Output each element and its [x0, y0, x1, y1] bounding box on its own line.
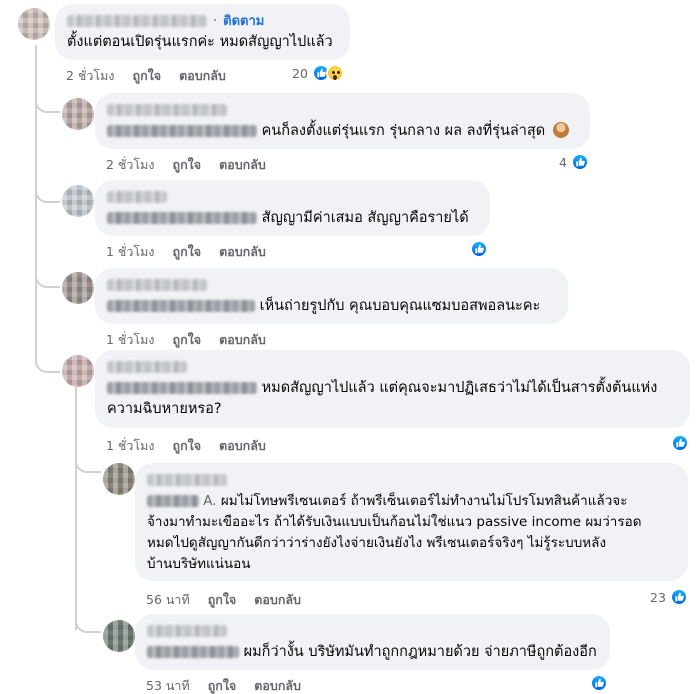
comment-text-line1: หมดสัญญาไปแล้ว แต่คุณจะมาปฏิเสธว่าไม่ได้… — [261, 380, 658, 396]
thread-curve — [75, 615, 101, 633]
reply-button[interactable]: ตอบกลับ — [219, 330, 266, 350]
avatar[interactable] — [103, 463, 135, 495]
comment-text-line3: หมดไปดูสัญญากันดีกว่าว่าร่างยังไงจ่ายเงิ… — [147, 535, 607, 551]
comment-bubble: · ติดตาม ตั้งแต่ตอนเปิดรุ่นแรกค่ะ หมดสัญ… — [55, 4, 350, 60]
comment-text-row: เห็นถ่ายรูปกับ คุณบอบคุณแซมบอสพอลนะคะ — [107, 296, 556, 317]
separator-dot: · — [213, 13, 218, 29]
thread-curve — [35, 185, 60, 203]
reply-button[interactable]: ตอบกลับ — [179, 66, 226, 86]
woman-shrugging-emoji — [552, 122, 569, 138]
comment-actions: 1 ชั่วโมง ถูกใจ ตอบกลับ — [106, 436, 266, 456]
comment-text: ผมก็ว่างั้น บริษัทมันทำถูกกฎหมายด้วย จ่า… — [243, 644, 597, 660]
comment-time[interactable]: 1 ชั่วโมง — [106, 242, 155, 262]
like-button[interactable]: ถูกใจ — [208, 590, 237, 610]
comment-bubble: คนก็ลงตั้งแต่รุ่นแรก รุ่นกลาง ผล ลงที่รุ… — [95, 93, 590, 149]
comment-text-row: คนก็ลงตั้งแต่รุ่นแรก รุ่นกลาง ผล ลงที่รุ… — [107, 121, 578, 142]
comment-text: เห็นถ่ายรูปกับ คุณบอบคุณแซมบอสพอลนะคะ — [259, 298, 541, 314]
reaction-summary[interactable] — [671, 434, 689, 452]
like-reaction-icon — [590, 674, 608, 692]
comment-bubble: A. ผมไม่โทษพรีเซนเตอร์ ถ้าพรีเซ็นเตอร์ไม… — [135, 463, 688, 581]
commenter-name-blurred[interactable] — [107, 279, 207, 291]
like-reaction-icon — [671, 434, 689, 452]
comment-text-line4: บ้านบริษัทแน่นอน — [147, 556, 251, 572]
mention-blurred[interactable] — [107, 212, 257, 224]
reaction-count: 4 — [559, 154, 567, 170]
comment-actions: 56 นาที ถูกใจ ตอบกลับ — [146, 590, 301, 610]
comment-bubble: ผมก็ว่างั้น บริษัทมันทำถูกกฎหมายด้วย จ่า… — [135, 614, 610, 670]
like-button[interactable]: ถูกใจ — [133, 66, 162, 86]
mention-blurred[interactable] — [147, 646, 239, 658]
commenter-name-blurred[interactable] — [67, 15, 207, 27]
commenter-name-blurred[interactable] — [147, 474, 227, 486]
wow-reaction-icon — [325, 64, 344, 82]
like-button[interactable]: ถูกใจ — [173, 330, 202, 350]
comment-text-line2: จ้างมาทำมะเขืออะไร ถ้าได้รับเงินแบบเป็นก… — [147, 514, 642, 530]
comment-bubble: เห็นถ่ายรูปกับ คุณบอบคุณแซมบอสพอลนะคะ — [95, 268, 568, 324]
reaction-count: 23 — [650, 589, 666, 605]
thread-line-nested — [75, 380, 77, 630]
comment-actions: 1 ชั่วโมง ถูกใจ ตอบกลับ — [106, 242, 266, 262]
reply-button[interactable]: ตอบกลับ — [219, 242, 266, 262]
reaction-summary[interactable] — [470, 240, 488, 258]
thread-curve — [35, 270, 60, 288]
comment-text-row: สัญญามีค่าเสมอ สัญญาคือรายได้ — [107, 208, 478, 229]
reply-button[interactable]: ตอบกลับ — [254, 590, 301, 610]
comment-text-row: หมดสัญญาไปแล้ว แต่คุณจะมาปฏิเสธว่าไม่ได้… — [107, 378, 678, 399]
mention-blurred[interactable] — [107, 300, 255, 312]
like-button[interactable]: ถูกใจ — [173, 436, 202, 456]
reaction-summary[interactable] — [590, 674, 608, 692]
comment-bubble: สัญญามีค่าเสมอ สัญญาคือรายได้ — [95, 180, 490, 236]
thread-curve — [35, 355, 60, 373]
like-button[interactable]: ถูกใจ — [208, 676, 237, 694]
like-button[interactable]: ถูกใจ — [173, 155, 202, 175]
avatar[interactable] — [62, 355, 94, 387]
reaction-summary[interactable]: 20 — [292, 64, 344, 82]
commenter-name-blurred[interactable] — [107, 191, 167, 203]
comment-text-line2: ความฉิบหายหรอ? — [107, 401, 222, 417]
avatar[interactable] — [18, 8, 50, 40]
comment-time[interactable]: 56 นาที — [146, 590, 190, 610]
commenter-name-blurred[interactable] — [147, 625, 227, 637]
like-reaction-icon — [470, 240, 488, 258]
thread-curve — [75, 455, 101, 473]
reaction-summary[interactable]: 4 — [559, 153, 589, 171]
comment-actions: 53 นาที ถูกใจ ตอบกลับ — [146, 676, 301, 694]
thread-curve — [35, 95, 60, 113]
comment-text-row: ผมก็ว่างั้น บริษัทมันทำถูกกฎหมายด้วย จ่า… — [147, 642, 598, 663]
like-button[interactable]: ถูกใจ — [173, 242, 202, 262]
comment-time[interactable]: 2 ชั่วโมง — [66, 66, 115, 86]
comment-time[interactable]: 1 ชั่วโมง — [106, 330, 155, 350]
follow-link[interactable]: ติดตาม — [223, 11, 264, 32]
reply-button[interactable]: ตอบกลับ — [219, 436, 266, 456]
like-reaction-icon — [669, 588, 688, 606]
avatar[interactable] — [62, 272, 94, 304]
avatar[interactable] — [62, 98, 94, 130]
avatar[interactable] — [62, 185, 94, 217]
comment-actions: 2 ชั่วโมง ถูกใจ ตอบกลับ — [66, 66, 226, 86]
mention-blurred[interactable] — [107, 125, 257, 137]
comment-actions: 1 ชั่วโมง ถูกใจ ตอบกลับ — [106, 330, 266, 350]
comment-text-line1: ผมไม่โทษพรีเซนเตอร์ ถ้าพรีเซ็นเตอร์ไม่ทำ… — [220, 493, 628, 509]
reply-button[interactable]: ตอบกลับ — [254, 676, 301, 694]
comment-text: คนก็ลงตั้งแต่รุ่นแรก รุ่นกลาง ผล ลงที่รุ… — [261, 123, 546, 139]
commenter-name-blurred[interactable] — [107, 104, 227, 116]
mention-blurred[interactable] — [147, 495, 199, 507]
reply-button[interactable]: ตอบกลับ — [219, 155, 266, 175]
comment-text: ตั้งแต่ตอนเปิดรุ่นแรกค่ะ หมดสัญญาไปแล้ว — [67, 34, 333, 50]
avatar[interactable] — [103, 620, 135, 652]
commenter-name-blurred[interactable] — [107, 361, 187, 373]
like-reaction-icon — [570, 153, 589, 171]
mention-suffix: A. — [203, 493, 217, 509]
reaction-summary[interactable]: 23 — [650, 588, 688, 606]
comment-text: สัญญามีค่าเสมอ สัญญาคือรายได้ — [261, 210, 469, 226]
comment-bubble: หมดสัญญาไปแล้ว แต่คุณจะมาปฏิเสธว่าไม่ได้… — [95, 350, 690, 428]
comment-time[interactable]: 1 ชั่วโมง — [106, 436, 155, 456]
comment-time[interactable]: 2 ชั่วโมง — [106, 155, 155, 175]
comment-time[interactable]: 53 นาที — [146, 676, 190, 694]
comment-actions: 2 ชั่วโมง ถูกใจ ตอบกลับ — [106, 155, 266, 175]
thread-line-main — [35, 45, 37, 365]
reaction-count: 20 — [292, 65, 308, 81]
mention-blurred[interactable] — [107, 382, 257, 394]
comment-text-row: A. ผมไม่โทษพรีเซนเตอร์ ถ้าพรีเซ็นเตอร์ไม… — [147, 491, 676, 512]
